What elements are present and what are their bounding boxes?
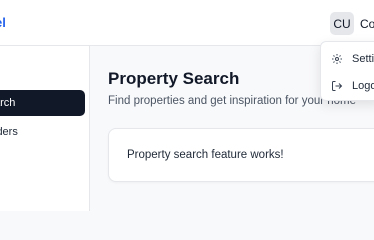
menu-item-settings-label: Setti: [352, 53, 374, 65]
menu-item-settings[interactable]: Setti: [331, 49, 374, 69]
sidebar: arch iders o: [0, 46, 90, 211]
user-dropdown-menu: Setti Logo: [320, 41, 374, 101]
user-name[interactable]: Co: [360, 17, 374, 31]
page-title: Property Search: [108, 69, 240, 88]
avatar[interactable]: CU: [330, 12, 354, 35]
top-bar: el CU Co: [0, 0, 374, 46]
gear-icon: [331, 53, 343, 65]
menu-item-logout[interactable]: Logo: [331, 76, 374, 96]
sidebar-item-search[interactable]: arch: [0, 90, 85, 116]
sidebar-item-providers[interactable]: iders: [0, 119, 85, 145]
page-subtitle: Find properties and get inspiration for …: [108, 95, 357, 107]
card-message: Property search feature works!: [127, 149, 284, 161]
user-menu-trigger[interactable]: CU Co: [330, 12, 374, 35]
brand-logo[interactable]: el: [0, 15, 6, 30]
menu-item-logout-label: Logo: [352, 80, 374, 92]
result-card: Property search feature works!: [108, 128, 374, 182]
logout-icon: [331, 80, 343, 92]
sidebar-item-third[interactable]: o: [0, 148, 85, 174]
